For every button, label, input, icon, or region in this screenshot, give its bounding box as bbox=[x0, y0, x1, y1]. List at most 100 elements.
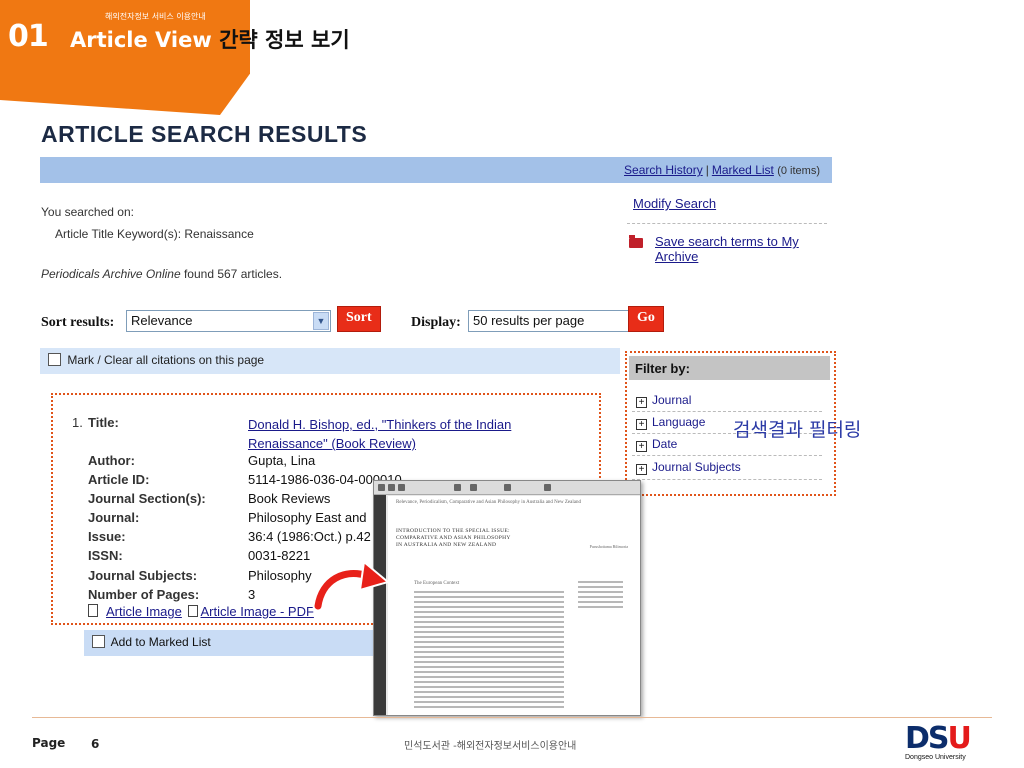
logo-letter-u: U bbox=[947, 721, 972, 756]
database-name: Periodicals Archive Online bbox=[41, 267, 181, 281]
slide-subtitle: 해외전자정보 서비스 이용안내 bbox=[105, 12, 206, 21]
expand-plus-icon[interactable]: + bbox=[636, 397, 647, 408]
filter-divider bbox=[632, 455, 822, 456]
toolbar-icon[interactable] bbox=[378, 484, 385, 491]
footer-divider bbox=[32, 717, 992, 718]
red-arrow-icon bbox=[312, 560, 390, 612]
article-title-link[interactable]: Donald H. Bishop, ed., "Thinkers of the … bbox=[248, 417, 511, 451]
toolbar-icon[interactable] bbox=[398, 484, 405, 491]
save-search-link[interactable]: Save search terms to My Archive bbox=[655, 234, 827, 264]
article-image-pdf-link[interactable]: Article Image - PDF bbox=[201, 604, 314, 619]
text-line bbox=[414, 706, 564, 708]
text-line bbox=[414, 691, 564, 693]
field-value-journal: Philosophy East and bbox=[248, 510, 367, 525]
document-icon bbox=[88, 604, 98, 617]
sort-label: Sort results: bbox=[41, 315, 115, 330]
text-line bbox=[578, 606, 623, 608]
text-line bbox=[414, 611, 564, 613]
field-value-issn: 0031-8221 bbox=[248, 548, 311, 563]
field-value-pages: 3 bbox=[248, 587, 256, 602]
text-line bbox=[414, 661, 564, 663]
filter-item-label[interactable]: Date bbox=[652, 437, 677, 451]
pdf-author-note: Purushottama Bilimoria bbox=[589, 544, 628, 549]
text-line bbox=[414, 666, 564, 668]
record-number: 1. bbox=[72, 415, 83, 430]
toolbar-icon[interactable] bbox=[388, 484, 395, 491]
text-line bbox=[414, 651, 564, 653]
field-label-journal: Journal: bbox=[88, 510, 140, 525]
text-line bbox=[578, 591, 623, 593]
add-to-marked-label[interactable]: Add to Marked List bbox=[111, 635, 211, 649]
filter-item-journal-subjects[interactable]: + Journal Subjects bbox=[636, 460, 822, 475]
pdf-body-text: The European Context bbox=[414, 581, 564, 711]
text-line bbox=[578, 596, 623, 598]
add-to-marked-checkbox[interactable] bbox=[92, 635, 105, 648]
found-count-text: found 567 articles. bbox=[183, 267, 283, 281]
marked-count: (0 items) bbox=[777, 165, 820, 177]
options-divider bbox=[627, 223, 827, 224]
chevron-down-icon: ▼ bbox=[313, 312, 329, 330]
text-line bbox=[414, 601, 564, 603]
top-nav-links: Search History | Marked List (0 items) bbox=[624, 163, 820, 177]
page-number: 6 bbox=[91, 737, 100, 751]
mark-all-bar: Mark / Clear all citations on this page bbox=[40, 348, 620, 374]
display-label: Display: bbox=[411, 315, 461, 330]
pdf-icon bbox=[187, 605, 198, 617]
modify-search-link[interactable]: Modify Search bbox=[627, 196, 827, 211]
mark-all-label[interactable]: Mark / Clear all citations on this page bbox=[67, 353, 264, 367]
field-label-pages: Number of Pages: bbox=[88, 587, 200, 602]
searched-on-label: You searched on: bbox=[41, 205, 134, 219]
pdf-intro-line: COMPARATIVE AND ASIAN PHILOSOPHY bbox=[396, 535, 511, 541]
field-value-author: Gupta, Lina bbox=[248, 453, 316, 468]
text-line bbox=[414, 596, 564, 598]
text-line bbox=[414, 656, 564, 658]
toolbar-icon[interactable] bbox=[470, 484, 477, 491]
toolbar-icon[interactable] bbox=[454, 484, 461, 491]
field-label-subjects: Journal Subjects: bbox=[88, 568, 198, 583]
filter-divider bbox=[632, 411, 822, 412]
pdf-intro-line: INTRODUCTION TO THE SPECIAL ISSUE: bbox=[396, 528, 510, 534]
filter-item-journal[interactable]: + Journal bbox=[636, 393, 822, 408]
logo-letters-ds: DS bbox=[905, 721, 949, 756]
text-line bbox=[414, 686, 564, 688]
filter-item-label[interactable]: Journal Subjects bbox=[652, 460, 741, 474]
text-line bbox=[414, 616, 564, 618]
sort-display-row: Sort results: Relevance ▼ Sort Display: … bbox=[41, 306, 681, 334]
field-value-issue: 36:4 (1986:Oct.) p.42 bbox=[248, 529, 371, 544]
pdf-preview-window: Relevance, Periodicalism, Comparative an… bbox=[373, 480, 641, 716]
page-label: Page bbox=[32, 736, 66, 750]
search-history-link[interactable]: Search History bbox=[624, 163, 703, 177]
field-value-subjects: Philosophy bbox=[248, 568, 312, 583]
text-line bbox=[414, 681, 564, 683]
add-to-marked-bar: Add to Marked List bbox=[84, 630, 376, 656]
text-line bbox=[414, 641, 564, 643]
go-button[interactable]: Go bbox=[628, 306, 664, 332]
text-line bbox=[414, 696, 564, 698]
sort-select[interactable]: Relevance ▼ bbox=[126, 310, 331, 332]
toolbar-icon[interactable] bbox=[544, 484, 551, 491]
search-options-panel: Modify Search Save search terms to My Ar… bbox=[627, 196, 827, 264]
mark-all-checkbox[interactable] bbox=[48, 353, 61, 366]
results-found: Periodicals Archive Online found 567 art… bbox=[41, 267, 282, 281]
text-line bbox=[414, 636, 564, 638]
display-select-value: 50 results per page bbox=[473, 313, 585, 328]
filter-item-label[interactable]: Language bbox=[652, 415, 705, 429]
text-line bbox=[414, 591, 564, 593]
filter-item-label[interactable]: Journal bbox=[652, 393, 691, 407]
field-label-title: Title: bbox=[88, 415, 119, 430]
dsu-logo-letters: DSU bbox=[905, 724, 989, 754]
sort-button[interactable]: Sort bbox=[337, 306, 381, 332]
expand-plus-icon[interactable]: + bbox=[636, 441, 647, 452]
pdf-side-column bbox=[578, 581, 623, 611]
marked-list-link[interactable]: Marked List bbox=[712, 163, 774, 177]
text-line bbox=[414, 671, 564, 673]
expand-plus-icon[interactable]: + bbox=[636, 419, 647, 430]
footer-text: 민석도서관 -해외전자정보서비스이용안내 bbox=[404, 741, 577, 752]
toolbar-icon[interactable] bbox=[504, 484, 511, 491]
expand-plus-icon[interactable]: + bbox=[636, 464, 647, 475]
text-line bbox=[578, 601, 623, 603]
field-label-author: Author: bbox=[88, 453, 135, 468]
text-line bbox=[578, 581, 623, 583]
article-image-link[interactable]: Article Image bbox=[106, 604, 182, 619]
save-search-row: Save search terms to My Archive bbox=[627, 234, 827, 264]
